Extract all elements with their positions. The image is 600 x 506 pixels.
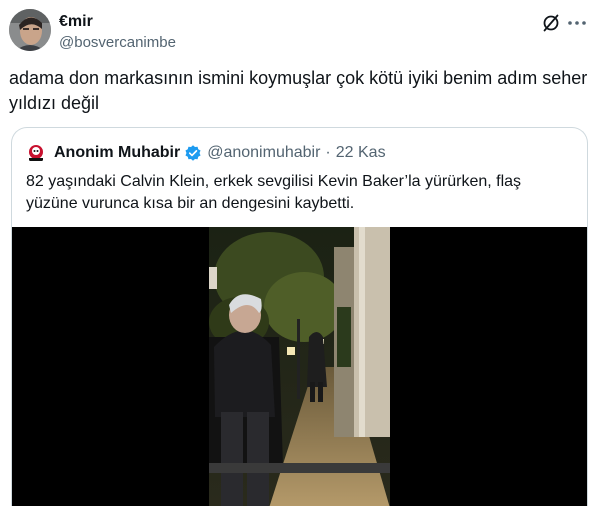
author-handle[interactable]: @bosvercanimbe bbox=[59, 33, 176, 53]
header-separator: · bbox=[325, 144, 331, 161]
author-info: €mir @bosvercanimbe bbox=[59, 12, 176, 53]
quoted-author-display-name[interactable]: Anonim Muhabir bbox=[54, 144, 180, 162]
verified-badge-icon bbox=[184, 144, 202, 162]
quoted-tweet-text: 82 yaşındaki Calvin Klein, erkek sevgili… bbox=[26, 173, 522, 212]
author-avatar[interactable] bbox=[9, 9, 51, 51]
video-player[interactable] bbox=[12, 227, 587, 506]
quoted-tweet-time[interactable]: 22 Kas bbox=[336, 144, 386, 162]
quoted-tweet-header: Anonim Muhabir @anonimuhabir · 22 Kas bbox=[26, 142, 386, 164]
grok-icon[interactable] bbox=[540, 12, 562, 34]
quoted-tweet[interactable]: Anonim Muhabir @anonimuhabir · 22 Kas 82… bbox=[11, 127, 588, 506]
tweet-text: adama don markasının ismini koymuşlar ço… bbox=[9, 68, 588, 113]
author-display-name[interactable]: €mir bbox=[59, 12, 176, 32]
quoted-author-avatar[interactable] bbox=[26, 143, 46, 163]
more-dots-icon[interactable] bbox=[566, 12, 588, 34]
quoted-author-handle[interactable]: @anonimuhabir bbox=[207, 144, 320, 162]
tweet: €mir @bosvercanimbe adama don markasının… bbox=[0, 0, 600, 506]
video-frame bbox=[209, 227, 390, 506]
